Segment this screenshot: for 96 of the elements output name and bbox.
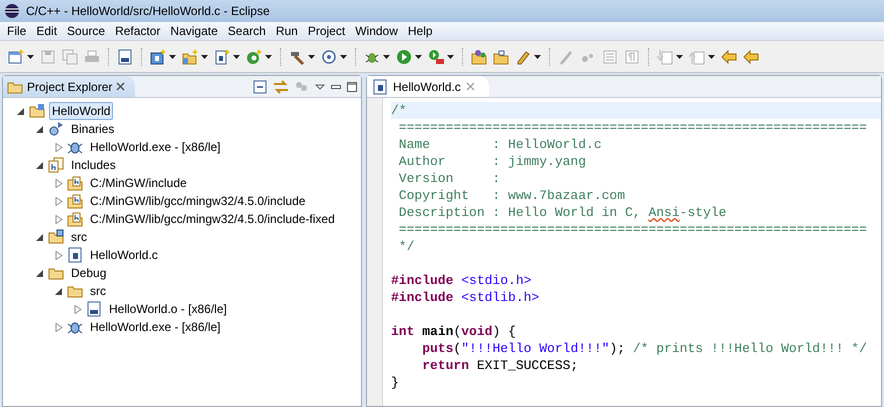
expanded-arrow-icon[interactable] [36,232,44,242]
tree-item[interactable]: HelloWorld.exe - [x86/le] [87,138,224,156]
expanded-arrow-icon[interactable] [36,268,44,278]
collapsed-arrow-icon[interactable] [55,196,63,206]
code-line: return EXIT_SUCCESS; [421,357,578,374]
header-folder-icon [67,211,83,227]
menu-item[interactable]: Project [302,22,350,40]
code-line: ============================================================ [398,221,867,238]
tree-item[interactable]: Binaries [68,120,118,138]
code-line: } [391,374,399,391]
view-menu-icon[interactable] [315,84,325,90]
code-line: Description : Hello World in C, Ansi-style [398,204,726,221]
window-title: C/C++ - HelloWorld/src/HelloWorld.c - Eclipse [26,3,270,20]
open-folder-icon[interactable] [493,48,509,64]
collapsed-arrow-icon[interactable] [55,214,63,224]
tree-item[interactable]: C:/MinGW/lib/gcc/mingw32/4.5.0/include [87,192,308,210]
project-explorer-tab[interactable]: Project Explorer [3,76,136,97]
menu-item[interactable]: Refactor [110,22,166,40]
code-line: int main(void) { [391,323,516,340]
tree-item[interactable]: HelloWorld.c [87,246,161,264]
binary-file-icon [86,301,102,317]
target-icon[interactable] [321,48,337,64]
source-folder-icon [48,229,64,245]
menu-item[interactable]: Edit [31,22,62,40]
code-line: Name : HelloWorld.c [398,136,602,153]
dropdown-arrow-icon[interactable] [383,54,390,58]
collapse-all-icon[interactable] [253,80,267,94]
eclipse-logo-icon [4,3,20,19]
collapsed-arrow-icon[interactable] [55,178,63,188]
dropdown-arrow-icon[interactable] [534,54,541,58]
dropdown-arrow-icon[interactable] [233,54,240,58]
link-arrows-icon[interactable] [273,80,289,94]
close-icon[interactable] [116,82,126,91]
code-line: Copyright : www.7bazaar.com [398,187,626,204]
expanded-arrow-icon[interactable] [17,106,25,116]
left-arrow-icon[interactable] [743,48,759,64]
menu-item[interactable]: Help [402,22,438,40]
dropdown-arrow-icon[interactable] [308,54,315,58]
tree-item[interactable]: HelloWorld [49,102,114,120]
code-line: */ [398,238,414,255]
new-window-icon[interactable] [8,48,24,64]
c-file-icon[interactable] [214,48,230,64]
tree-item[interactable]: src [87,282,109,300]
open-folder-icon[interactable] [471,48,487,64]
collapsed-arrow-icon[interactable] [74,304,82,314]
c-file-icon [67,247,83,263]
tree-item[interactable]: C:/MinGW/include [87,174,190,192]
editor-tab[interactable]: HelloWorld.c [367,76,489,97]
tree-item[interactable]: Debug [68,264,110,282]
run-tools-icon[interactable] [428,48,444,64]
binary-file-icon[interactable] [117,48,133,64]
binaries-icon [48,121,64,137]
dropdown-arrow-icon[interactable] [27,54,34,58]
tree-item[interactable]: C:/MinGW/lib/gcc/mingw32/4.5.0/include-fixed [87,210,338,228]
dropdown-arrow-icon[interactable] [201,54,208,58]
pen-icon[interactable] [515,48,531,64]
header-folder-icon [67,175,83,191]
header-folder-icon [67,193,83,209]
code-line: ============================================================ [398,119,867,136]
tree-item[interactable]: Includes [68,156,119,174]
class-icon[interactable] [246,48,262,64]
menu-item[interactable]: Search [222,22,271,40]
code-line: Version : [398,170,500,187]
collapsed-arrow-icon[interactable] [55,250,63,260]
code-line: /* [391,102,407,119]
code-line: #include <stdio.h> [391,272,532,289]
left-arrow-icon[interactable] [721,48,737,64]
minimize-icon[interactable] [331,84,341,88]
menu-item[interactable]: File [2,22,32,40]
tree-item[interactable]: HelloWorld.exe - [x86/le] [87,318,224,336]
project-folder-icon [29,103,45,119]
code-line: Author : jimmy.yang [398,153,586,170]
run-icon[interactable] [396,48,412,64]
header-files-icon [48,157,64,173]
close-icon[interactable] [466,82,475,91]
collapsed-arrow-icon[interactable] [55,142,63,152]
dropdown-arrow-icon[interactable] [265,54,272,58]
c-project-icon[interactable] [150,48,166,64]
collapsed-arrow-icon[interactable] [55,322,63,332]
menu-item[interactable]: Run [270,22,303,40]
menu-item[interactable]: Source [62,22,110,40]
tree-item[interactable]: HelloWorld.o - [x86/le] [106,300,230,318]
expanded-arrow-icon[interactable] [36,160,44,170]
c-file-icon [372,78,388,94]
maximize-icon[interactable] [347,82,357,92]
expanded-arrow-icon[interactable] [55,286,63,296]
menu-item[interactable]: Navigate [165,22,223,40]
dropdown-arrow-icon[interactable] [169,54,176,58]
dropdown-arrow-icon[interactable] [415,54,422,58]
code-line: puts("!!!Hello World!!!"); /* prints !!!Hello World!!! */ [421,340,867,357]
dropdown-arrow-icon[interactable] [340,54,347,58]
tree-item[interactable]: src [68,228,90,246]
dropdown-arrow-icon[interactable] [447,54,454,58]
menu-item[interactable]: Window [350,22,403,40]
expanded-arrow-icon[interactable] [36,124,44,134]
code-line: #include <stdlib.h> [391,289,540,306]
